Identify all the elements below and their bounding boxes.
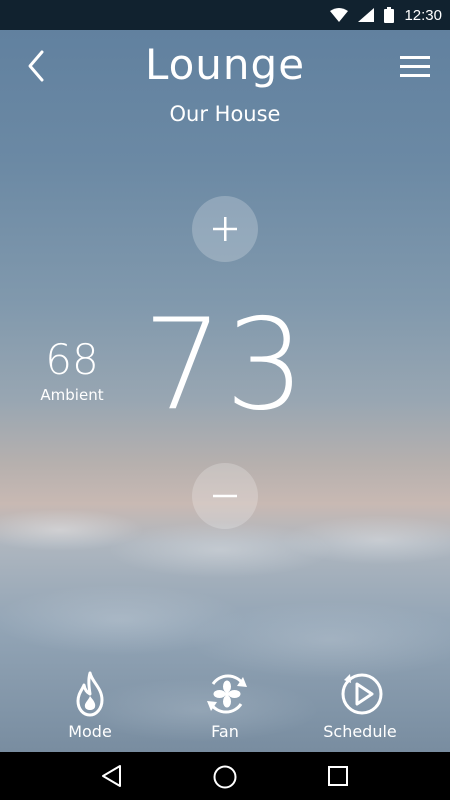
setpoint-temperature: 73 [142, 291, 308, 438]
fan-label: Fan [211, 722, 239, 741]
home-circle-icon[interactable] [212, 764, 238, 790]
wifi-icon [330, 8, 349, 22]
mode-button[interactable]: Mode [35, 668, 145, 748]
house-subtitle: Our House [169, 102, 281, 126]
recents-square-icon[interactable] [327, 765, 349, 787]
schedule-play-icon [341, 673, 383, 715]
mode-label: Mode [68, 722, 112, 741]
fan-button[interactable]: Fan [170, 668, 280, 748]
menu-button[interactable] [398, 54, 432, 80]
fan-icon [207, 674, 247, 714]
signal-icon [358, 8, 375, 22]
battery-icon [384, 7, 395, 23]
back-triangle-icon[interactable] [100, 764, 124, 788]
schedule-label: Schedule [323, 722, 397, 741]
room-title: Lounge [144, 40, 306, 89]
plus-icon [213, 217, 237, 241]
android-nav-bar [0, 752, 450, 800]
ambient-label: Ambient [40, 386, 104, 404]
decrease-temperature-button[interactable] [192, 463, 258, 529]
ambient-temperature: 68 [45, 335, 99, 384]
status-bar: 12:30 [0, 0, 450, 30]
flame-icon [76, 671, 104, 717]
schedule-button[interactable]: Schedule [305, 668, 415, 748]
hamburger-menu-icon [400, 56, 430, 77]
minus-icon [213, 494, 237, 498]
increase-temperature-button[interactable] [192, 196, 258, 262]
status-time: 12:30 [404, 6, 442, 24]
thermostat-screen: 12:30 Lounge Our House 68 Ambient 73 Mod… [0, 0, 450, 800]
